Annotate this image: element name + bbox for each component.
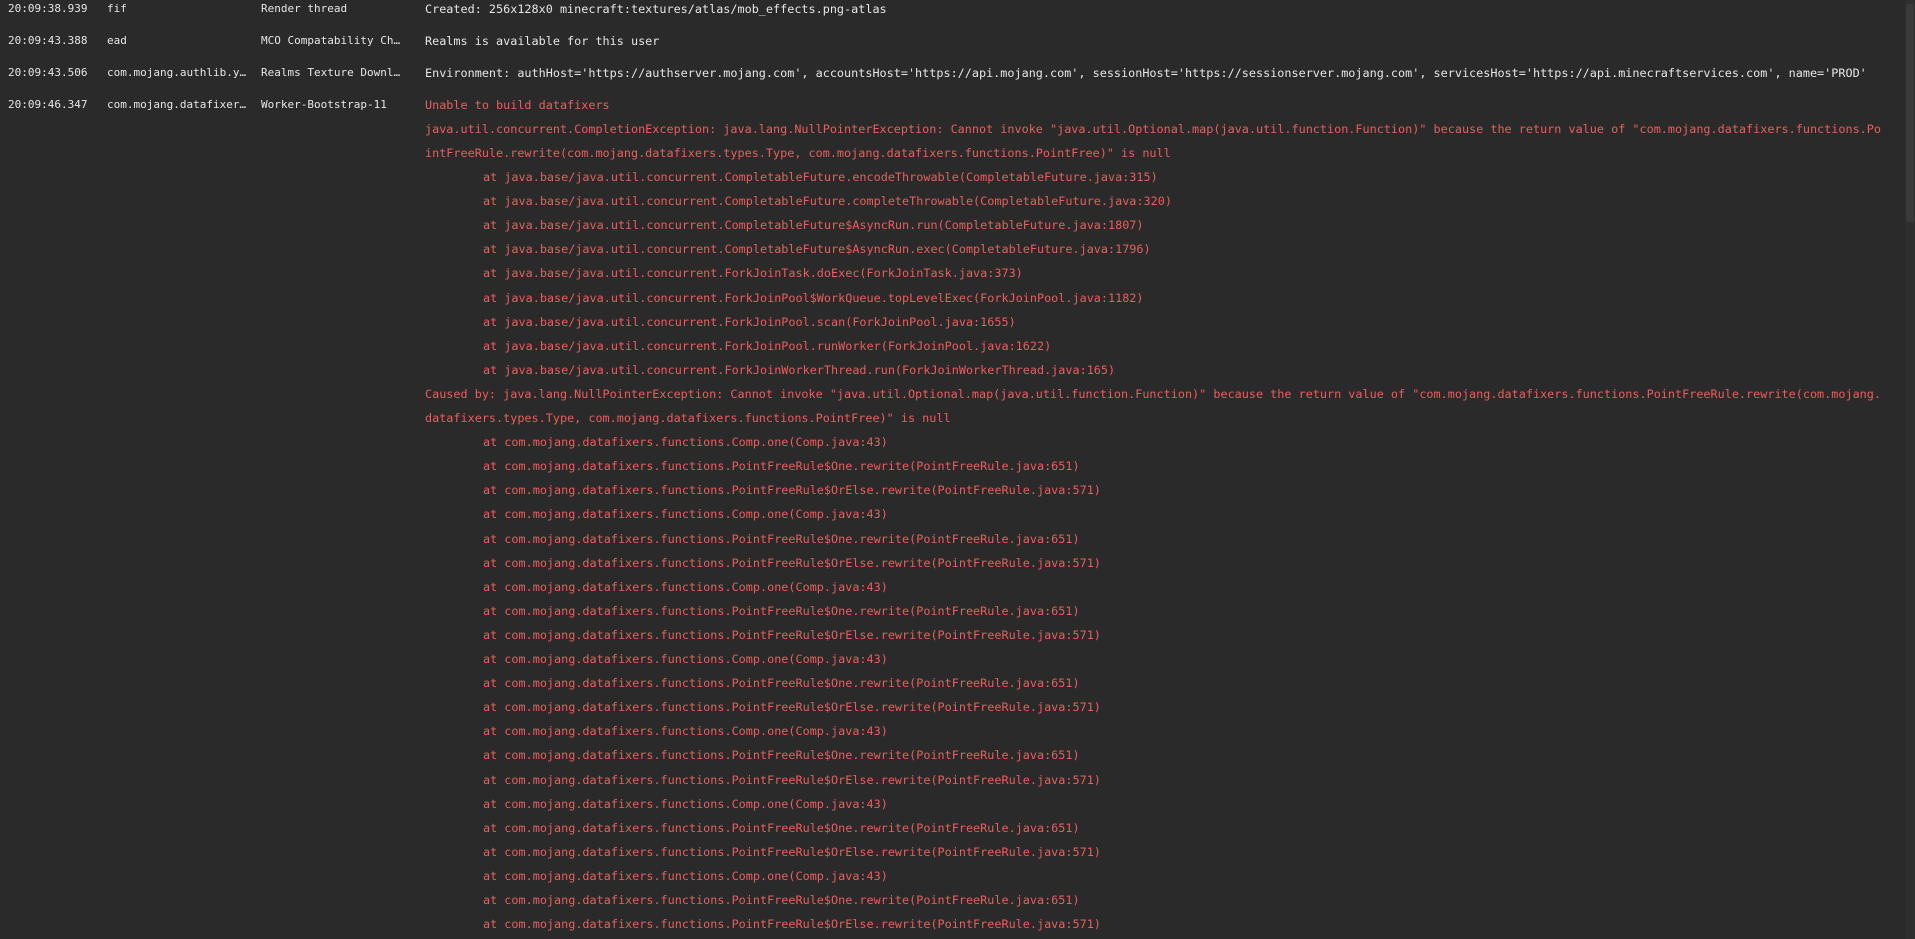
- log-time: 20:09:43.506: [8, 66, 88, 79]
- log-thread: Render thread: [261, 2, 348, 15]
- stack-frame: at java.base/java.util.concurrent.ForkJo…: [483, 266, 1023, 281]
- stack-frame: at com.mojang.datafixers.functions.Comp.…: [483, 796, 888, 811]
- stack-frame: at com.mojang.datafixers.functions.Point…: [483, 627, 1101, 642]
- stack-frame: at java.base/java.util.concurrent.ForkJo…: [483, 290, 1144, 305]
- log-logger: ead: [107, 34, 127, 47]
- log-thread: Realms Texture Downl…: [261, 66, 401, 79]
- stack-frame: at com.mojang.datafixers.functions.Point…: [483, 844, 1101, 859]
- stack-frame: at java.base/java.util.concurrent.Comple…: [483, 194, 1172, 209]
- stack-frame: at java.base/java.util.concurrent.Comple…: [483, 170, 1158, 184]
- log-message: Realms is available for this user: [425, 34, 660, 48]
- stack-frame: at java.base/java.util.concurrent.ForkJo…: [483, 314, 1016, 329]
- stack-frame: at com.mojang.datafixers.functions.Point…: [483, 748, 1080, 763]
- log-time: 20:09:43.388: [8, 34, 88, 47]
- stack-frame: at com.mojang.datafixers.functions.Point…: [483, 893, 1080, 907]
- stack-frame: at com.mojang.datafixers.functions.Comp.…: [483, 868, 888, 883]
- stack-frame: at com.mojang.datafixers.functions.Comp.…: [483, 435, 888, 450]
- log-message: Environment: authHost='https://authserve…: [425, 66, 1867, 80]
- log-message-error: Unable to build datafixers: [425, 98, 610, 112]
- stack-frame: at com.mojang.datafixers.functions.Comp.…: [483, 724, 888, 739]
- stack-frame: at com.mojang.datafixers.functions.Comp.…: [483, 507, 888, 522]
- log-row[interactable]: 20:09:43.506 com.mojang.authlib.y… Realm…: [0, 65, 1905, 85]
- log-time: 20:09:38.939: [8, 2, 88, 15]
- log-row[interactable]: 20:09:38.939 fif Render thread Created: …: [0, 1, 1905, 21]
- log-row-error[interactable]: 20:09:46.347 com.mojang.datafixer… Worke…: [0, 97, 1905, 117]
- log-time: 20:09:46.347: [8, 98, 88, 111]
- log-thread: MCO Compatability Ch…: [261, 34, 401, 47]
- stack-frame: at com.mojang.datafixers.functions.Comp.…: [483, 579, 888, 594]
- log-row[interactable]: 20:09:43.388 ead MCO Compatability Ch… R…: [0, 33, 1905, 53]
- stack-frame: at com.mojang.datafixers.functions.Point…: [483, 700, 1101, 715]
- stack-frame: at com.mojang.datafixers.functions.Point…: [483, 459, 1080, 474]
- log-logger: com.mojang.datafixer…: [107, 98, 247, 111]
- stack-frame: at com.mojang.datafixers.functions.Comp.…: [483, 652, 888, 666]
- stack-frame: at java.base/java.util.concurrent.Comple…: [483, 218, 1144, 233]
- stack-frame: at com.mojang.datafixers.functions.Point…: [483, 555, 1101, 570]
- stack-frame: at java.base/java.util.concurrent.ForkJo…: [483, 362, 1116, 377]
- stack-frame: at com.mojang.datafixers.functions.Point…: [483, 483, 1101, 498]
- log-message: Created: 256x128x0 minecraft:textures/at…: [425, 2, 887, 16]
- log-logger: com.mojang.authlib.y…: [107, 66, 247, 79]
- stack-frame: at com.mojang.datafixers.functions.Point…: [483, 820, 1080, 835]
- log-console: 20:09:38.939 fif Render thread Created: …: [0, 0, 1915, 939]
- log-thread: Worker-Bootstrap-11: [261, 98, 387, 111]
- stack-frame: at com.mojang.datafixers.functions.Point…: [483, 603, 1080, 618]
- caused-by-line: Caused by: java.lang.NullPointerExceptio…: [425, 386, 1881, 401]
- stack-frame: at com.mojang.datafixers.functions.Point…: [483, 676, 1080, 691]
- stack-frame: at com.mojang.datafixers.functions.Point…: [483, 531, 1080, 546]
- stack-frame: at com.mojang.datafixers.functions.Point…: [483, 917, 1101, 932]
- stack-frame: at com.mojang.datafixers.functions.Point…: [483, 772, 1101, 787]
- stack-frame: at java.base/java.util.concurrent.Comple…: [483, 242, 1151, 257]
- exception-line: intFreeRule.rewrite(com.mojang.datafixer…: [425, 146, 1171, 160]
- scrollbar-thumb[interactable]: [1906, 4, 1914, 222]
- stack-frame: at java.base/java.util.concurrent.ForkJo…: [483, 338, 1052, 353]
- caused-by-line: datafixers.types.Type, com.mojang.datafi…: [425, 411, 951, 425]
- log-logger: fif: [107, 2, 127, 15]
- vertical-scrollbar[interactable]: [1905, 0, 1915, 939]
- exception-line: java.util.concurrent.CompletionException…: [425, 122, 1881, 136]
